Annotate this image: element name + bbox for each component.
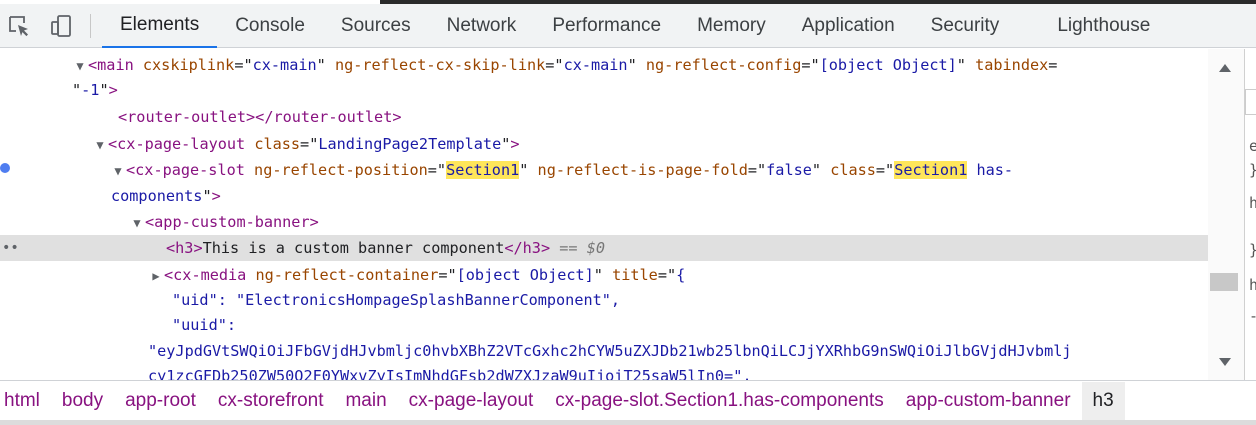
attr-value: false bbox=[766, 161, 812, 179]
device-toolbar-icon[interactable] bbox=[47, 12, 75, 40]
tree-node-h3-selected[interactable]: •• <h3>This is a custom banner component<… bbox=[0, 235, 1208, 261]
attr-value: [object Object] bbox=[456, 266, 594, 284]
tag-name: h3 bbox=[175, 239, 194, 257]
breadcrumb-body[interactable]: body bbox=[51, 382, 114, 420]
styles-glyph: } bbox=[1249, 241, 1256, 259]
attr-value: has- bbox=[967, 161, 1014, 179]
attr-value: cx-main bbox=[252, 56, 317, 74]
more-options-icon[interactable]: •• bbox=[2, 235, 19, 261]
breadcrumb-h3[interactable]: h3 bbox=[1081, 381, 1125, 420]
tab-memory[interactable]: Memory bbox=[679, 4, 784, 48]
attr-name: ng-reflect-config bbox=[645, 56, 802, 74]
tree-json-uuid-value-cont: cy1zcGFDb250ZW50Q2F0YWxvZyIsImNhdGFsb2dW… bbox=[148, 363, 751, 380]
attr-name: tabindex bbox=[975, 56, 1049, 74]
tab-console[interactable]: Console bbox=[217, 4, 323, 48]
breadcrumb-app-root[interactable]: app-root bbox=[114, 382, 207, 420]
tree-json-uuid-value: "eyJpdGVtSWQiOiJFbGVjdHJvbmljc0hvbXBhZ2V… bbox=[148, 338, 1072, 364]
tab-performance[interactable]: Performance bbox=[534, 4, 679, 48]
attr-name: ng-reflect-position bbox=[254, 161, 428, 179]
triangle-down-icon[interactable]: ▼ bbox=[129, 210, 145, 236]
attr-name: ng-reflect-is-page-fold bbox=[537, 161, 748, 179]
tree-node-router-outlet[interactable]: <router-outlet></router-outlet> bbox=[118, 104, 402, 130]
tab-lighthouse[interactable]: Lighthouse bbox=[1039, 4, 1168, 48]
tab-elements[interactable]: Elements bbox=[102, 4, 218, 48]
scroll-up-icon[interactable] bbox=[1217, 61, 1233, 75]
json-key: "uid" bbox=[172, 291, 218, 309]
tree-node-custom-banner[interactable]: ▼ <app-custom-banner> bbox=[129, 209, 318, 236]
styles-glyph: e bbox=[1249, 137, 1256, 155]
breadcrumb-app-custom-banner[interactable]: app-custom-banner bbox=[895, 382, 1082, 420]
styles-glyph: h bbox=[1249, 276, 1256, 294]
breadcrumb-cx-page-layout[interactable]: cx-page-layout bbox=[398, 382, 545, 420]
json-value: "eyJpdGVtSWQiOiJFbGVjdHJvbmljc0hvbXBhZ2V… bbox=[148, 342, 1072, 360]
triangle-down-icon[interactable]: ▼ bbox=[92, 132, 108, 158]
breadcrumb-cx-page-slot[interactable]: cx-page-slot.Section1.has-components bbox=[544, 382, 894, 420]
tab-sources[interactable]: Sources bbox=[323, 4, 429, 48]
attr-value-highlight: Section1 bbox=[894, 161, 968, 179]
tag-name: app-custom-banner bbox=[154, 213, 310, 231]
styles-pane-edge: e } h } h - bbox=[1244, 49, 1256, 380]
triangle-down-icon[interactable]: ▼ bbox=[72, 53, 88, 79]
tag-name: cx-page-layout bbox=[117, 135, 246, 153]
triangle-right-icon[interactable]: ▶ bbox=[148, 263, 164, 289]
attr-name: class bbox=[254, 135, 301, 153]
tree-node-page-layout[interactable]: ▼ <cx-page-layout class="LandingPage2Temp… bbox=[92, 131, 519, 158]
attr-value: [object Object] bbox=[819, 56, 957, 74]
attr-value: cx-main bbox=[563, 56, 628, 74]
attr-name: ng-reflect-cx-skip-link bbox=[334, 56, 546, 74]
tree-node-page-slot-cont: components"> bbox=[111, 187, 221, 205]
tab-security[interactable]: Security bbox=[913, 4, 1018, 48]
attr-name: title bbox=[612, 266, 658, 284]
inspect-element-icon[interactable] bbox=[5, 12, 33, 40]
breadcrumb-cx-storefront[interactable]: cx-storefront bbox=[207, 382, 335, 420]
console-reference: == $0 bbox=[559, 239, 605, 257]
tab-application[interactable]: Application bbox=[784, 4, 913, 48]
json-key: "uuid" bbox=[172, 316, 227, 334]
json-value: "ElectronicsHompageSplashBannerComponent… bbox=[236, 291, 621, 309]
toolbar-separator bbox=[90, 14, 91, 38]
attr-value-highlight: Section1 bbox=[446, 161, 520, 179]
tree-node-main[interactable]: ▼ <main cxskiplink="cx-main" ng-reflect-c… bbox=[72, 52, 1057, 78]
attr-name: class bbox=[830, 161, 876, 179]
scroll-down-icon[interactable] bbox=[1217, 355, 1233, 369]
tree-node-page-slot[interactable]: ▼ <cx-page-slot ng-reflect-position="Sect… bbox=[110, 157, 1013, 183]
attr-name: ng-reflect-container bbox=[255, 266, 439, 284]
styles-glyph: h bbox=[1249, 194, 1256, 212]
tree-json-uuid: "uuid": bbox=[172, 316, 237, 334]
tag-name: router-outlet bbox=[273, 108, 393, 126]
tree-node-main-cont: "-1"> bbox=[72, 81, 118, 99]
breadcrumb-html[interactable]: html bbox=[0, 382, 51, 420]
attr-value: -1 bbox=[81, 81, 100, 99]
tag-name: h3 bbox=[522, 239, 541, 257]
tree-node-cx-media[interactable]: ▶ <cx-media ng-reflect-container="[object… bbox=[148, 262, 685, 288]
breadcrumb: html body app-root cx-storefront main cx… bbox=[0, 380, 1256, 420]
filter-input-edge[interactable] bbox=[1245, 89, 1256, 115]
tree-scrollbar[interactable] bbox=[1208, 49, 1244, 380]
node-text: This is a custom banner component bbox=[202, 239, 505, 257]
json-value: cy1zcGFDb250ZW50Q2F0YWxvZyIsImNhdGFsb2dW… bbox=[148, 367, 752, 380]
dom-tree: · ▼ <main cxskiplink="cx-main" ng-reflect… bbox=[0, 49, 1208, 380]
bottom-edge bbox=[0, 420, 1256, 425]
tag-name: main bbox=[97, 56, 134, 74]
panel-tabs: Elements Console Sources Network Perform… bbox=[102, 4, 1168, 48]
tag-name: cx-media bbox=[173, 266, 247, 284]
attr-value: LandingPage2Template bbox=[318, 135, 502, 153]
attr-name: cxskiplink bbox=[142, 56, 235, 74]
tag-name: cx-page-slot bbox=[135, 161, 245, 179]
triangle-down-icon[interactable]: ▼ bbox=[110, 158, 126, 184]
attr-value: components bbox=[111, 187, 203, 205]
breakpoint-dot-icon[interactable] bbox=[0, 163, 10, 173]
attr-value: { bbox=[676, 266, 686, 284]
styles-glyph: } bbox=[1249, 161, 1256, 179]
devtools-toolbar: Elements Console Sources Network Perform… bbox=[0, 4, 1256, 48]
tree-json-uid: "uid": "ElectronicsHompageSplashBannerCo… bbox=[172, 291, 621, 309]
scroll-thumb[interactable] bbox=[1210, 273, 1238, 291]
styles-glyph: - bbox=[1249, 307, 1256, 325]
tab-network[interactable]: Network bbox=[429, 4, 535, 48]
breadcrumb-main[interactable]: main bbox=[334, 382, 397, 420]
tag-name: router-outlet bbox=[127, 108, 247, 126]
